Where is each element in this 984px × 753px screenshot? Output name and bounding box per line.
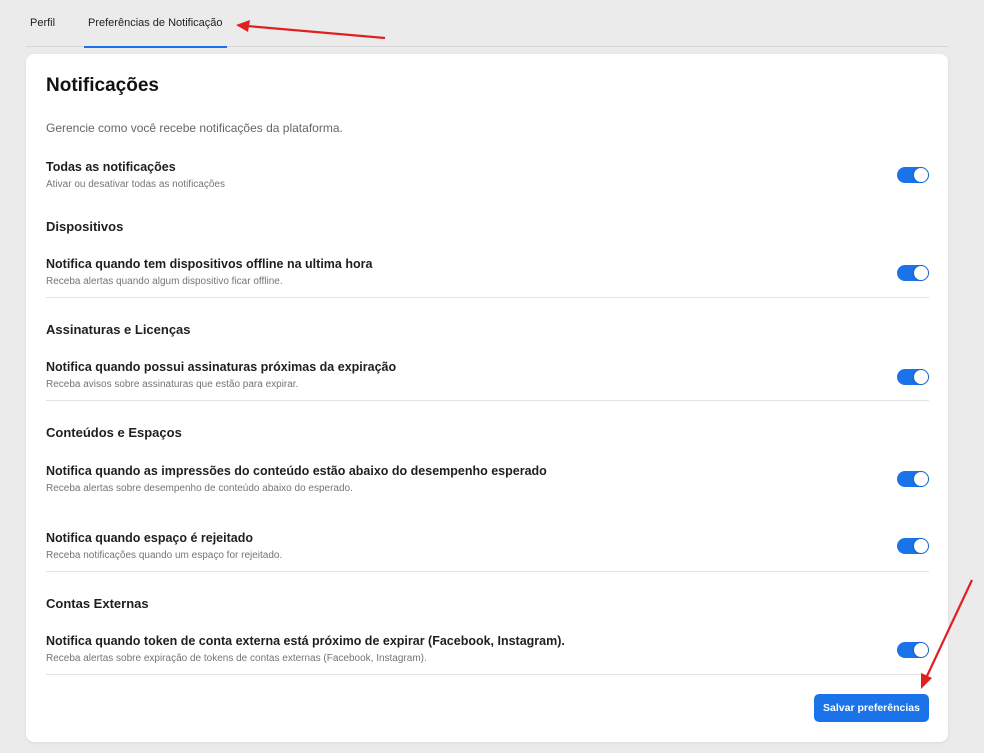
toggle-knob: [914, 168, 928, 182]
toggle-external-token[interactable]: [897, 642, 929, 658]
setting-description: Receba avisos sobre assinaturas que estã…: [46, 379, 299, 390]
setting-description: Receba alertas sobre expiração de tokens…: [46, 653, 427, 664]
toggle-knob: [914, 539, 928, 553]
toggle-knob: [914, 370, 928, 384]
section-title-subscriptions: Assinaturas e Licenças: [46, 322, 191, 337]
toggle-devices-offline[interactable]: [897, 265, 929, 281]
toggle-all-notifications[interactable]: [897, 167, 929, 183]
setting-row-subscriptions-expiring: Notifica quando possui assinaturas próxi…: [46, 360, 929, 401]
section-title-external-accounts: Contas Externas: [46, 596, 149, 611]
setting-row-external-token: Notifica quando token de conta externa e…: [46, 634, 929, 675]
notifications-card: Notificações Gerencie como você recebe n…: [26, 54, 948, 742]
toggle-knob: [914, 266, 928, 280]
setting-label: Notifica quando as impressões do conteúd…: [46, 464, 547, 478]
setting-description: Ativar ou desativar todas as notificaçõe…: [46, 179, 225, 190]
page-subtitle: Gerencie como você recebe notificações d…: [46, 121, 343, 135]
section-title-contents-spaces: Conteúdos e Espaços: [46, 425, 182, 440]
toggle-content-impressions[interactable]: [897, 471, 929, 487]
setting-description: Receba alertas sobre desempenho de conte…: [46, 483, 353, 494]
tab-perfil[interactable]: Perfil: [30, 0, 55, 47]
toggle-space-rejected[interactable]: [897, 538, 929, 554]
setting-label: Notifica quando possui assinaturas próxi…: [46, 360, 397, 374]
setting-label: Notifica quando espaço é rejeitado: [46, 531, 253, 545]
page-title: Notificações: [46, 75, 159, 96]
setting-row-all-notifications: Todas as notificações Ativar ou desativa…: [46, 160, 929, 194]
setting-description: Receba alertas quando algum dispositivo …: [46, 276, 283, 287]
setting-row-space-rejected: Notifica quando espaço é rejeitado Receb…: [46, 531, 929, 572]
setting-description: Receba notificações quando um espaço for…: [46, 550, 283, 561]
save-preferences-button[interactable]: Salvar preferências: [814, 694, 929, 722]
setting-row-content-impressions: Notifica quando as impressões do conteúd…: [46, 464, 929, 504]
toggle-knob: [914, 472, 928, 486]
setting-label: Notifica quando tem dispositivos offline…: [46, 257, 373, 271]
tab-notification-preferences[interactable]: Preferências de Notificação: [84, 0, 227, 48]
section-title-devices: Dispositivos: [46, 219, 124, 234]
setting-label: Notifica quando token de conta externa e…: [46, 634, 565, 648]
setting-row-devices-offline: Notifica quando tem dispositivos offline…: [46, 257, 929, 298]
toggle-knob: [914, 643, 928, 657]
tab-bar: Perfil Preferências de Notificação: [26, 0, 948, 48]
setting-label: Todas as notificações: [46, 160, 176, 174]
toggle-subscriptions-expiring[interactable]: [897, 369, 929, 385]
